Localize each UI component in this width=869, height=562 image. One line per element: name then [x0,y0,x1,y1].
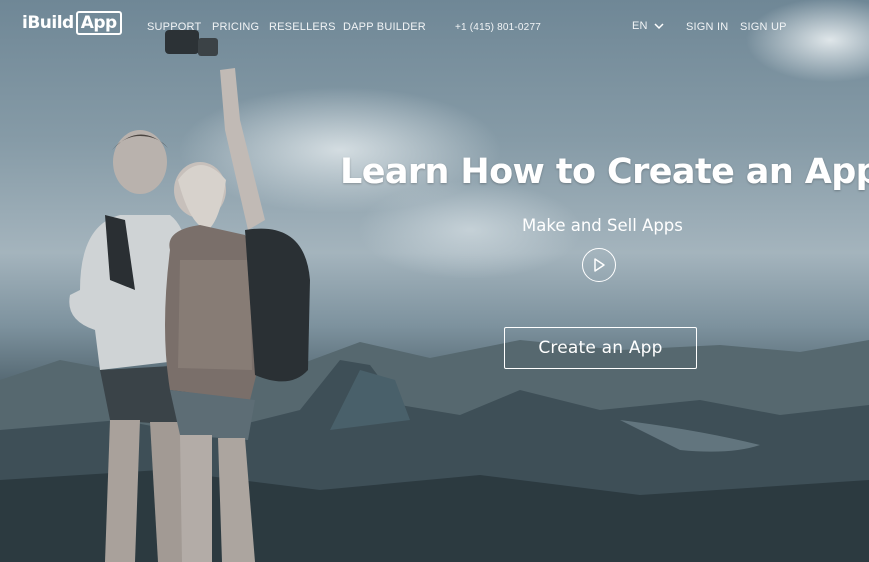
sign-up-link[interactable]: SIGN UP [740,21,787,33]
nav-resellers[interactable]: RESELLERS [269,21,336,33]
logo-badge: App [75,11,122,35]
hero-subheadline: Make and Sell Apps [522,216,683,235]
logo-text: iBuild [22,13,74,33]
ibuildapp-logo[interactable]: iBuild App [22,10,122,36]
language-label: EN [632,20,648,32]
phone-number[interactable]: +1 (415) 801-0277 [455,22,541,33]
nav-dapp-builder[interactable]: DAPP BUILDER [343,21,426,33]
nav-support[interactable]: SUPPORT [147,21,201,33]
create-app-button[interactable]: Create an App [504,327,697,369]
chevron-down-icon [654,23,664,30]
sign-in-link[interactable]: SIGN IN [686,21,728,33]
hero-headline: Learn How to Create an App [340,152,869,192]
hero-background [0,0,869,562]
play-video-button[interactable] [582,248,616,282]
couple-selfie-photo [69,30,310,562]
play-icon [594,258,605,272]
language-selector[interactable]: EN [632,20,664,32]
nav-pricing[interactable]: PRICING [212,21,259,33]
